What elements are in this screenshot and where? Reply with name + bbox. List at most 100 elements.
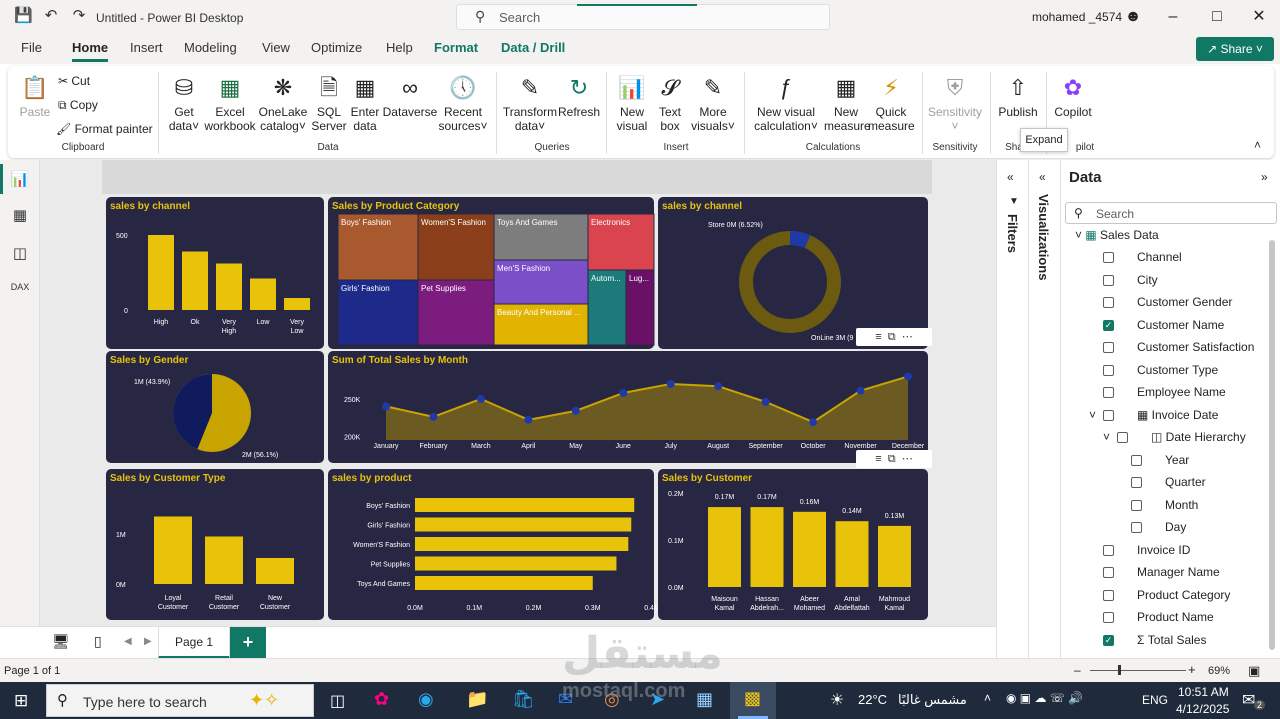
maximize-button[interactable]: □ bbox=[1206, 6, 1228, 28]
field-checkbox[interactable] bbox=[1103, 342, 1114, 353]
menu-help[interactable]: Help bbox=[386, 40, 413, 55]
more-visuals-button[interactable]: ✎ More visuals˅ bbox=[688, 74, 738, 133]
field-item[interactable]: ▦ Invoice Date bbox=[1137, 408, 1218, 422]
language-indicator[interactable]: ENG bbox=[1142, 693, 1168, 707]
sql-server-button[interactable]: 🗎 SQL Server bbox=[310, 74, 348, 133]
field-item[interactable]: Product Name bbox=[1137, 610, 1214, 624]
field-checkbox[interactable] bbox=[1131, 522, 1142, 533]
weather-temp[interactable]: 22°C bbox=[858, 692, 887, 707]
field-checkbox[interactable] bbox=[1103, 612, 1114, 623]
filters-pane[interactable]: « ▼ Filters bbox=[996, 160, 1028, 658]
show-hidden-icons[interactable]: ˄ bbox=[984, 691, 991, 705]
copilot-taskbar-icon[interactable]: ✿ bbox=[374, 689, 389, 710]
get-data-button[interactable]: ⛁ Get data˅ bbox=[164, 74, 204, 133]
field-checkbox[interactable] bbox=[1103, 387, 1114, 398]
minimize-button[interactable]: – bbox=[1162, 6, 1184, 28]
enter-data-button[interactable]: ▦ Enter data bbox=[348, 74, 382, 133]
new-visual-calculation-button[interactable]: ƒ New visual calculation˅ bbox=[752, 74, 820, 133]
onelake-catalog-button[interactable]: ❋ OneLake catalog˅ bbox=[258, 74, 308, 133]
menu-format[interactable]: Format bbox=[434, 40, 478, 55]
new-measure-button[interactable]: ▦ New measure bbox=[824, 74, 871, 133]
clock-time[interactable]: 10:51 AM bbox=[1178, 685, 1229, 699]
store-icon[interactable]: 🛍 bbox=[512, 689, 535, 710]
visualizations-pane[interactable]: « Visualizations bbox=[1028, 160, 1060, 658]
sensitivity-button[interactable]: ⛨ Sensitivity ˅ bbox=[926, 74, 984, 133]
collapse-ribbon-icon[interactable]: ˄ bbox=[1254, 138, 1261, 152]
field-checkbox[interactable] bbox=[1103, 364, 1114, 376]
desktop-layout-icon[interactable]: 🖥 bbox=[52, 633, 70, 650]
menu-home[interactable]: Home bbox=[72, 40, 108, 55]
dax-query-view-icon[interactable]: DAX bbox=[10, 282, 30, 302]
field-item[interactable]: Σ Total Sales bbox=[1137, 633, 1206, 647]
expand-chevron-icon[interactable]: ˅ bbox=[1103, 430, 1110, 444]
weather-icon[interactable]: ☀ bbox=[830, 690, 844, 710]
new-visual-button[interactable]: 📊 New visual bbox=[612, 74, 652, 133]
field-item[interactable]: Product Category bbox=[1137, 588, 1230, 602]
field-item[interactable]: Year bbox=[1165, 453, 1189, 467]
menu-insert[interactable]: Insert bbox=[130, 40, 163, 55]
menu-file[interactable]: File bbox=[21, 40, 42, 55]
field-checkbox[interactable] bbox=[1131, 477, 1142, 488]
field-item[interactable]: City bbox=[1137, 273, 1158, 287]
user-name[interactable]: mohamed _4574 bbox=[1032, 10, 1122, 24]
filters-label[interactable]: Filters bbox=[1005, 214, 1020, 253]
field-checkbox[interactable] bbox=[1103, 544, 1114, 556]
menu-modeling[interactable]: Modeling bbox=[184, 40, 237, 55]
transform-data-button[interactable]: ✎ Transform data˅ bbox=[502, 74, 558, 133]
clock-date[interactable]: 4/12/2025 bbox=[1176, 702, 1229, 716]
weather-text[interactable]: مشمس غالبًا bbox=[898, 692, 967, 708]
app-icon[interactable]: ▦ bbox=[696, 689, 713, 710]
expand-chevron-icon[interactable]: ˅ bbox=[1089, 408, 1096, 422]
save-icon[interactable]: 💾 bbox=[14, 7, 33, 25]
field-item[interactable]: Customer Type bbox=[1137, 363, 1218, 377]
zoom-slider-thumb[interactable] bbox=[1118, 665, 1121, 675]
dataverse-button[interactable]: ∞ Dataverse bbox=[382, 74, 438, 119]
fit-to-page-icon[interactable]: ▣ bbox=[1248, 663, 1260, 679]
page-tab-1[interactable]: Page 1 bbox=[158, 627, 230, 659]
redo-icon[interactable]: ↷ bbox=[70, 7, 88, 25]
field-checkbox[interactable] bbox=[1117, 432, 1128, 443]
scrollbar[interactable] bbox=[1269, 240, 1275, 650]
field-checkbox[interactable] bbox=[1103, 297, 1114, 308]
zoom-out-button[interactable]: – bbox=[1074, 663, 1081, 677]
profile-icon[interactable]: ☻ bbox=[1122, 6, 1144, 28]
quick-measure-button[interactable]: ⚡ Quick measure bbox=[868, 74, 915, 133]
menu-data-drill[interactable]: Data / Drill bbox=[501, 40, 565, 55]
excel-workbook-button[interactable]: ▦ Excel workbook bbox=[204, 74, 256, 133]
data-search-input[interactable]: ⚲ Search bbox=[1065, 202, 1277, 224]
report-view-icon[interactable]: 📊 bbox=[10, 170, 30, 190]
field-checkbox[interactable]: ✓ bbox=[1103, 634, 1114, 646]
field-item[interactable]: Day bbox=[1165, 520, 1186, 534]
field-item[interactable]: Customer Satisfaction bbox=[1137, 340, 1254, 354]
powerbi-taskbar-item[interactable]: ▩ bbox=[730, 682, 776, 719]
cut-button[interactable]: ✂ Cut bbox=[58, 74, 90, 88]
visualizations-label[interactable]: Visualizations bbox=[1036, 194, 1051, 280]
field-checkbox[interactable] bbox=[1103, 409, 1114, 421]
field-checkbox[interactable] bbox=[1103, 252, 1114, 263]
table-view-icon[interactable]: ▦ bbox=[10, 206, 30, 226]
field-checkbox[interactable] bbox=[1103, 274, 1114, 286]
model-view-icon[interactable]: ◫ bbox=[10, 244, 30, 264]
edge-icon[interactable]: ◉ bbox=[418, 689, 434, 710]
share-button[interactable]: ↗ Share ˅ bbox=[1196, 37, 1274, 61]
field-item[interactable]: Channel bbox=[1137, 250, 1182, 264]
recent-sources-button[interactable]: 🕔 Recent sources˅ bbox=[438, 74, 488, 133]
field-item[interactable]: Quarter bbox=[1165, 475, 1206, 489]
search-input[interactable]: ⚲ Search bbox=[456, 4, 830, 30]
refresh-button[interactable]: ↻ Refresh bbox=[558, 74, 600, 119]
add-page-button[interactable]: + bbox=[230, 627, 266, 659]
notification-icon[interactable]: ✉ bbox=[1242, 690, 1255, 710]
field-item[interactable]: Month bbox=[1165, 498, 1198, 512]
system-tray-icons[interactable]: ◉ ▣ ☁ ☏ 🔊 bbox=[1006, 691, 1083, 705]
field-item[interactable]: Employee Name bbox=[1137, 385, 1226, 399]
close-button[interactable]: ✕ bbox=[1248, 6, 1270, 28]
field-checkbox[interactable] bbox=[1131, 454, 1142, 466]
field-checkbox[interactable]: ✓ bbox=[1103, 319, 1114, 331]
visual-header-toolbar[interactable]: ≡ ⧉ ⋯ bbox=[856, 450, 932, 468]
text-box-button[interactable]: 𝓢 Text box bbox=[654, 74, 686, 133]
windows-start-icon[interactable]: ⊞ bbox=[14, 691, 28, 711]
mobile-layout-icon[interactable]: ▯ bbox=[94, 633, 102, 650]
zoom-level[interactable]: 69% bbox=[1208, 665, 1230, 677]
taskbar-search-input[interactable]: ⚲ Type here to search ✦✧ bbox=[46, 684, 314, 717]
field-item[interactable]: ◫ Date Hierarchy bbox=[1151, 430, 1246, 444]
